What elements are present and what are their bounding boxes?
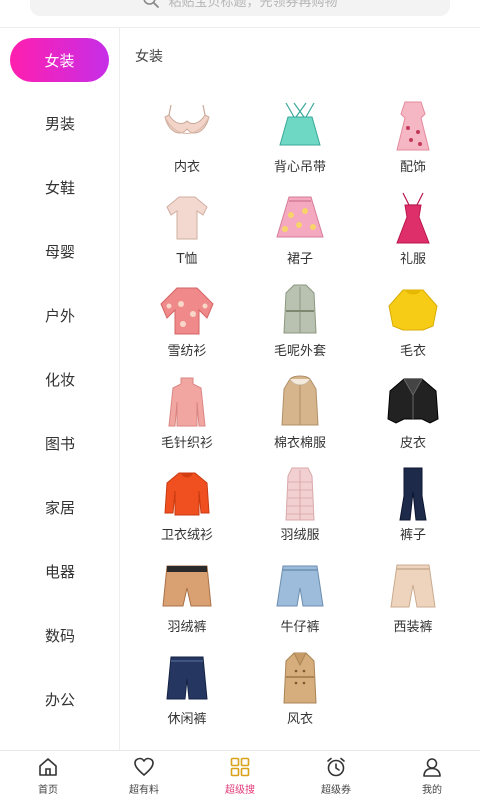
- home-icon: [39, 757, 57, 776]
- sidebar-item-appliances[interactable]: 电器: [0, 549, 120, 593]
- subcategory-item-sweatshirt[interactable]: 卫衣绒衫: [137, 466, 237, 550]
- item-label: 毛呢外套: [273, 344, 326, 359]
- leather-jacket-icon: [387, 378, 439, 424]
- search-icon: [143, 0, 160, 8]
- tshirt-icon: [166, 196, 208, 240]
- subcategory-item-knit-top[interactable]: 毛针织衫: [137, 374, 237, 458]
- sidebar-item-women[interactable]: 女装: [10, 38, 109, 82]
- item-label: 牛仔裤: [280, 620, 320, 635]
- nav-home[interactable]: 首页: [0, 751, 96, 800]
- sidebar-item-books[interactable]: 图书: [0, 421, 120, 465]
- subcategory-item-down-pants[interactable]: 羽绒裤: [137, 558, 237, 642]
- sidebar-item-office[interactable]: 办公: [0, 677, 120, 721]
- trench-coat-icon: [283, 652, 317, 704]
- section-title: 女装: [135, 49, 163, 65]
- subcategory-item-leather-jacket[interactable]: 皮衣: [363, 374, 463, 458]
- subcategory-item-suit-pants[interactable]: 西装裤: [363, 558, 463, 642]
- item-label: 棉衣棉服: [273, 436, 326, 451]
- down-jacket-icon: [285, 467, 315, 521]
- wool-coat-icon: [283, 284, 317, 334]
- nav-super-search[interactable]: 超级搜: [192, 751, 288, 800]
- subcategory-panel: 女装 内衣 背心吊带 配饰 T恤 裙子 礼服 雪纺衫 毛呢外套 毛衣 毛针织衫 …: [121, 28, 480, 750]
- subcategory-item-chiffon[interactable]: 雪纺衫: [137, 282, 237, 366]
- item-label: 内衣: [173, 160, 200, 175]
- chiffon-blouse-icon: [160, 287, 214, 335]
- bra-icon: [164, 104, 210, 134]
- sweatshirt-icon: [164, 472, 210, 516]
- subcategory-item-camisole[interactable]: 背心吊带: [250, 98, 350, 182]
- grid-icon: [230, 757, 250, 776]
- nav-super-search-label: 超级搜: [225, 784, 255, 796]
- subcategory-item-wool-coat[interactable]: 毛呢外套: [250, 282, 350, 366]
- item-label: 裤子: [399, 528, 426, 543]
- subcategory-item-tshirt[interactable]: T恤: [137, 190, 237, 274]
- sidebar-item-home[interactable]: 家居: [0, 485, 120, 529]
- dress-icon: [396, 101, 430, 151]
- item-label: 羽绒服: [280, 528, 320, 543]
- item-label: 风衣: [286, 712, 313, 727]
- item-label: 雪纺衫: [167, 344, 207, 359]
- subcategory-item-underwear[interactable]: 内衣: [137, 98, 237, 182]
- item-label: 毛衣: [399, 344, 426, 359]
- nav-home-label: 首页: [38, 784, 58, 796]
- padded-coat-icon: [281, 375, 319, 426]
- nav-coupons[interactable]: 超级券: [288, 751, 384, 800]
- sidebar-item-cosmetics[interactable]: 化妆: [0, 357, 120, 401]
- subcategory-item-accessories[interactable]: 配饰: [363, 98, 463, 182]
- sweater-icon: [388, 289, 438, 331]
- item-label: 裙子: [286, 252, 313, 267]
- casual-shorts-icon: [166, 656, 208, 700]
- search-placeholder: 粘贴宝贝标题，先领券再购物: [168, 0, 338, 10]
- knit-top-icon: [168, 377, 206, 427]
- subcategory-item-trench-coat[interactable]: 风衣: [250, 650, 350, 734]
- alarm-clock-icon: [327, 757, 345, 776]
- subcategory-item-sweater[interactable]: 毛衣: [363, 282, 463, 366]
- item-label: 羽绒裤: [167, 620, 207, 635]
- nav-featured[interactable]: 超有料: [96, 751, 192, 800]
- sidebar-item-outdoor[interactable]: 户外: [0, 293, 120, 337]
- sidebar-item-baby[interactable]: 母婴: [0, 229, 120, 273]
- nav-profile[interactable]: 我的: [384, 751, 480, 800]
- down-shorts-icon: [162, 565, 212, 607]
- item-label: 皮衣: [399, 436, 426, 451]
- subcategory-item-casual-pants[interactable]: 休闲裤: [137, 650, 237, 734]
- item-label: 背心吊带: [273, 160, 326, 175]
- sidebar-item-women-shoes[interactable]: 女鞋: [0, 165, 120, 209]
- subcategory-item-skirt[interactable]: 裙子: [250, 190, 350, 274]
- search-bar[interactable]: 粘贴宝贝标题，先领券再购物: [30, 0, 450, 16]
- top-bar: 粘贴宝贝标题，先领券再购物: [0, 0, 480, 28]
- category-sidebar: 女装 男装 女鞋 母婴 户外 化妆 图书 家居 电器 数码 办公: [0, 28, 120, 750]
- sidebar-item-men[interactable]: 男装: [0, 101, 120, 145]
- item-label: 卫衣绒衫: [160, 528, 213, 543]
- gown-icon: [396, 192, 430, 244]
- camisole-icon: [279, 102, 321, 146]
- skirt-icon: [276, 196, 324, 238]
- item-label: 休闲裤: [167, 712, 207, 727]
- subcategory-item-pants[interactable]: 裤子: [363, 466, 463, 550]
- denim-shorts-icon: [276, 565, 324, 607]
- item-label: 配饰: [399, 160, 426, 175]
- item-label: 西装裤: [393, 620, 433, 635]
- flared-pants-icon: [399, 467, 427, 521]
- item-label: T恤: [176, 252, 198, 267]
- nav-profile-label: 我的: [422, 784, 442, 796]
- heart-icon: [134, 757, 154, 776]
- nav-coupons-label: 超级券: [321, 784, 351, 796]
- subcategory-item-padded-coat[interactable]: 棉衣棉服: [250, 374, 350, 458]
- sidebar-item-digital[interactable]: 数码: [0, 613, 120, 657]
- suit-shorts-icon: [390, 564, 436, 608]
- subcategory-item-jeans[interactable]: 牛仔裤: [250, 558, 350, 642]
- nav-featured-label: 超有料: [129, 784, 159, 796]
- item-label: 礼服: [399, 252, 426, 267]
- user-icon: [423, 757, 441, 777]
- subcategory-item-down-jacket[interactable]: 羽绒服: [250, 466, 350, 550]
- bottom-nav: 首页 超有料 超级搜 超级券 我的: [0, 750, 480, 800]
- item-label: 毛针织衫: [160, 436, 213, 451]
- subcategory-item-gown[interactable]: 礼服: [363, 190, 463, 274]
